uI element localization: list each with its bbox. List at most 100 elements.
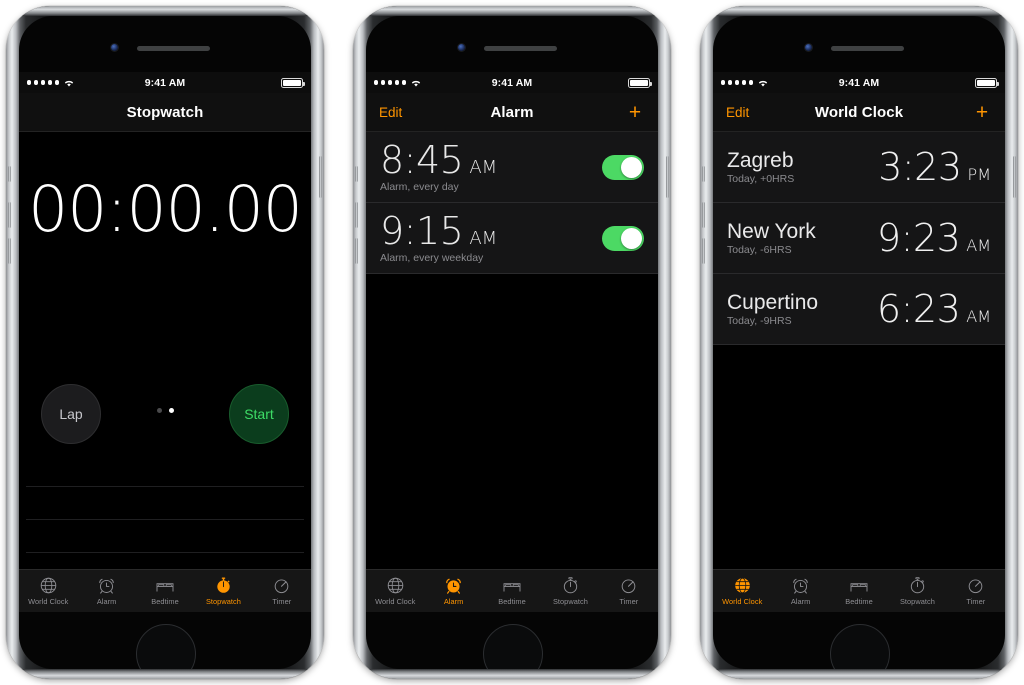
world-clock-row-text: New York Today, -6HRS xyxy=(727,220,816,256)
stopwatch-body: 00:00.00 Lap Start xyxy=(19,132,311,569)
volume-up-button[interactable] xyxy=(355,202,358,228)
bed-icon xyxy=(156,583,174,592)
alarm-time-value: 8:45 xyxy=(380,137,464,182)
tab-world-clock[interactable]: World Clock xyxy=(366,576,424,606)
page-title: World Clock xyxy=(814,103,904,121)
tab-stopwatch[interactable]: Stopwatch xyxy=(541,576,599,606)
add-alarm-button[interactable]: + xyxy=(625,102,645,123)
phone-bezel: 9:41 AM Stopwatch 00:00.00 Lap Start Wor… xyxy=(19,16,311,669)
status-bar: 9:41 AM xyxy=(19,72,311,93)
tab-alarm[interactable]: Alarm xyxy=(77,576,135,606)
alarm-toggle-on[interactable] xyxy=(602,225,644,251)
alarm-subtitle: Alarm, every day xyxy=(380,181,459,194)
phone-bezel: 9:41 AM Edit Alarm + 8:45 AM Alarm, ever… xyxy=(366,16,658,669)
volume-up-button[interactable] xyxy=(702,202,705,228)
lap-list-row xyxy=(26,487,304,520)
front-camera-icon xyxy=(458,44,465,51)
tab-bar: World Clock Alarm Bedtime Stopwatch Time… xyxy=(713,569,1005,612)
city-offset: Today, -9HRS xyxy=(727,315,792,328)
navigation-bar: Edit Alarm + xyxy=(366,93,658,132)
tab-bedtime[interactable]: Bedtime xyxy=(136,576,194,606)
alarm-toggle-on[interactable] xyxy=(602,154,644,180)
alarm-list: 8:45 AM Alarm, every day 9:15 AM Alarm, … xyxy=(366,132,658,569)
lap-list-row xyxy=(26,454,304,487)
tab-bedtime[interactable]: Bedtime xyxy=(483,576,541,606)
tab-world-clock[interactable]: World Clock xyxy=(19,576,77,606)
mute-switch[interactable] xyxy=(702,166,705,182)
status-bar: 9:41 AM xyxy=(366,72,658,93)
edit-button[interactable]: Edit xyxy=(726,105,749,120)
mute-switch[interactable] xyxy=(8,166,11,182)
power-button[interactable] xyxy=(666,156,669,198)
city-time-value: 6:23 xyxy=(876,287,961,331)
alarm-row[interactable]: 9:15 AM Alarm, every weekday xyxy=(366,203,658,274)
tab-label: World Clock xyxy=(375,597,416,606)
status-bar-clock: 9:41 AM xyxy=(144,76,186,89)
tab-timer[interactable]: Timer xyxy=(947,576,1005,606)
world-clock-list: Zagreb Today, +0HRS 3:23 PM New York Tod… xyxy=(713,132,1005,569)
alarm-subtitle: Alarm, every weekday xyxy=(380,252,484,265)
alarm-time: 8:45 AM xyxy=(380,137,498,182)
screen-stopwatch: 9:41 AM Stopwatch 00:00.00 Lap Start Wor… xyxy=(19,72,311,612)
phone-alarm: 9:41 AM Edit Alarm + 8:45 AM Alarm, ever… xyxy=(353,6,671,679)
tab-label: Stopwatch xyxy=(205,597,241,606)
status-bar-right xyxy=(975,77,999,88)
tab-alarm[interactable]: Alarm xyxy=(771,576,829,606)
volume-up-button[interactable] xyxy=(8,202,11,228)
lap-button[interactable]: Lap xyxy=(41,384,101,444)
tab-bar: World Clock Alarm Bedtime Stopwatch Time… xyxy=(366,569,658,612)
tab-bedtime[interactable]: Bedtime xyxy=(830,576,888,606)
home-button[interactable] xyxy=(483,624,543,669)
stopwatch-icon xyxy=(217,577,230,593)
tab-label: Bedtime xyxy=(151,597,179,606)
stopwatch-icon xyxy=(910,577,925,594)
status-bar-clock: 9:41 AM xyxy=(491,76,533,89)
bed-icon xyxy=(503,583,521,592)
globe-icon xyxy=(734,577,750,594)
status-bar-clock: 9:41 AM xyxy=(838,76,880,89)
screen-world-clock: 9:41 AM Edit World Clock + Zagreb Today,… xyxy=(713,72,1005,612)
phone-bezel: 9:41 AM Edit World Clock + Zagreb Today,… xyxy=(713,16,1005,669)
world-clock-row[interactable]: Zagreb Today, +0HRS 3:23 PM xyxy=(713,132,1005,203)
tab-stopwatch-active[interactable]: Stopwatch xyxy=(194,576,252,606)
power-button[interactable] xyxy=(1013,156,1016,198)
stopwatch-icon xyxy=(563,577,578,594)
page-title: Alarm xyxy=(490,103,534,121)
volume-down-button[interactable] xyxy=(355,238,358,264)
page-dot-1[interactable] xyxy=(156,408,162,413)
tab-world-clock-active[interactable]: World Clock xyxy=(713,576,771,606)
page-dot-2-active[interactable] xyxy=(168,408,174,413)
tab-alarm-active[interactable]: Alarm xyxy=(424,576,482,606)
city-name: Zagreb xyxy=(727,148,794,172)
volume-down-button[interactable] xyxy=(8,238,11,264)
stopwatch-time-display: 00:00.00 xyxy=(28,173,303,246)
home-button[interactable] xyxy=(136,624,196,669)
world-clock-row[interactable]: New York Today, -6HRS 9:23 AM xyxy=(713,203,1005,274)
battery-full-icon xyxy=(628,77,652,88)
lap-list-empty xyxy=(19,454,311,569)
tab-label: Stopwatch xyxy=(552,597,588,606)
alarm-row-text: 8:45 AM Alarm, every day xyxy=(380,137,498,194)
alarm-row[interactable]: 8:45 AM Alarm, every day xyxy=(366,132,658,203)
edit-button[interactable]: Edit xyxy=(379,105,402,120)
world-clock-row[interactable]: Cupertino Today, -9HRS 6:23 AM xyxy=(713,274,1005,345)
tab-stopwatch[interactable]: Stopwatch xyxy=(888,576,946,606)
tab-timer[interactable]: Timer xyxy=(600,576,658,606)
power-button[interactable] xyxy=(319,156,322,198)
tab-bar: World Clock Alarm Bedtime Stopwatch Time… xyxy=(19,569,311,612)
globe-icon xyxy=(40,577,56,594)
home-button[interactable] xyxy=(830,624,890,669)
start-button[interactable]: Start xyxy=(229,384,289,444)
tab-timer[interactable]: Timer xyxy=(253,576,311,606)
add-city-button[interactable]: + xyxy=(972,102,992,123)
tab-label: Timer xyxy=(966,597,986,606)
tab-label: Bedtime xyxy=(498,597,526,606)
world-clock-row-text: Cupertino Today, -9HRS xyxy=(727,291,818,327)
alarm-meridiem: AM xyxy=(469,156,498,178)
tab-label: Stopwatch xyxy=(899,597,935,606)
page-indicator-dots[interactable] xyxy=(19,408,311,413)
status-bar-right xyxy=(281,77,305,88)
volume-down-button[interactable] xyxy=(702,238,705,264)
mute-switch[interactable] xyxy=(355,166,358,182)
status-bar: 9:41 AM xyxy=(713,72,1005,93)
